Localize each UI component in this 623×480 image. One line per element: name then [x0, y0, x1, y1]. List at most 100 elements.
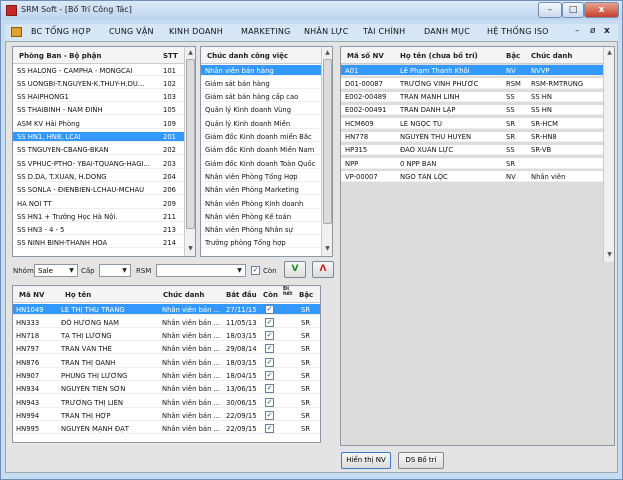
scroll-up-icon[interactable]: ▲ — [605, 49, 614, 58]
job-title-row[interactable]: Nhân viên Phòng Tổng Hợp — [201, 171, 323, 182]
department-row[interactable]: HA NOI TT 209 — [13, 198, 186, 209]
scroll-down-icon[interactable]: ▼ — [323, 245, 332, 254]
job-title-row[interactable]: Trưởng phòng Tổng hợp — [201, 238, 323, 249]
assigned-row[interactable]: HN907 PHÙNG THỊ LƯƠNG Nhân viên bán ... 18/… — [13, 371, 320, 382]
assigned-con-checkbox[interactable]: ✓ — [265, 371, 274, 380]
assigned-row[interactable]: HN994 TRẦN THỊ HỢP Nhân viên bán ... 22/09/… — [13, 410, 320, 421]
staff-row[interactable]: HN778 NGUYỄN THU HUYỀN SR SR-HN8 — [341, 131, 605, 143]
assigned-row[interactable]: HN797 TRẦN VĂN THẾ Nhân viên bán ... 29/08/… — [13, 344, 320, 355]
assigned-con-checkbox[interactable]: ✓ — [265, 424, 274, 434]
job-title-row[interactable]: Giám đốc Kinh doanh Toàn Quốc — [201, 158, 323, 169]
assigned-con-checkbox[interactable]: ✓ — [265, 384, 274, 394]
show-nv-button[interactable]: Hiển thị NV — [341, 452, 391, 469]
department-row[interactable]: SS HN3 - 4 - 5 213 — [13, 225, 186, 236]
department-row[interactable]: SS SONLA - ĐIENBIEN-LCHAU-MCHAU 206 — [13, 185, 186, 196]
job-title-row[interactable]: Giám sát bán hàng cấp cao — [201, 92, 323, 103]
department-row[interactable]: SS NINH BINH-THANH HOA 214 — [13, 238, 186, 249]
department-row[interactable]: SS TNGUYEN-CBANG-BKAN 202 — [13, 145, 186, 156]
assigned-con-checkbox[interactable]: ✓ — [265, 357, 274, 367]
cap-select[interactable]: ▼ — [99, 264, 131, 277]
job-title-row[interactable]: Quản lý Kinh doanh Miền — [201, 118, 323, 129]
assigned-row[interactable]: HN718 TẠ THỊ LƯƠNG Nhân viên bán ... 18/03/… — [13, 331, 320, 342]
col-ma-nv[interactable]: Mã NV — [19, 291, 44, 299]
department-row[interactable]: SS HALONG - CAMPHA - MONGCAI 101 — [13, 65, 186, 76]
col-ma-so-nv[interactable]: Mã số NV — [347, 52, 384, 60]
staff-row[interactable]: E002-00489 TRẦN MẠNH LINH SS SS HN — [341, 91, 605, 103]
menu-nhan-luc[interactable]: NHÂN LỰC — [304, 27, 349, 36]
staff-row[interactable]: A01 Lê Phạm Thanh Khôi NV NVVP — [341, 65, 605, 76]
col-job-title[interactable]: Chức danh công việc — [207, 52, 288, 60]
nhom-select[interactable]: Sale ▼ — [34, 264, 78, 277]
department-row[interactable]: SS HN1 + Trưởng Học Hà Nội. 211 — [13, 211, 186, 222]
department-row[interactable]: SS THAIBINH - NAM ĐINH 105 — [13, 105, 186, 116]
scroll-down-icon[interactable]: ▼ — [186, 245, 195, 254]
department-row[interactable]: SS HN1, HN8, LCAI 201 — [13, 131, 186, 143]
assigned-con-checkbox[interactable]: ✓ — [265, 331, 274, 341]
assigned-row[interactable]: HN995 NGUYỄN MẠNH ĐẠT Nhân viên bán ... 22/… — [13, 424, 320, 435]
col-bat-dau[interactable]: Bắt đầu — [226, 291, 257, 299]
staff-row[interactable]: VP-00007 NGÔ TẤN LỘC NV Nhân viên — [341, 171, 605, 182]
scroll-thumb[interactable] — [323, 59, 332, 224]
scroll-down-icon[interactable]: ▼ — [605, 251, 614, 260]
menu-kinh-doanh[interactable]: KINH DOANH — [169, 27, 223, 36]
menu-cung-van[interactable]: CUNG VẬN — [109, 27, 154, 36]
job-title-row[interactable]: Nhân viên Phòng Marketing — [201, 185, 323, 196]
staff-row[interactable]: NPP 0 NPP BAN SR — [341, 158, 605, 169]
col-stt[interactable]: STT — [163, 52, 178, 60]
col-bac[interactable]: Bậc — [299, 291, 313, 299]
assigned-con-checkbox[interactable]: ✓ — [265, 304, 274, 314]
menu-danh-muc[interactable]: DANH MỤC — [424, 27, 470, 36]
job-title-scrollbar[interactable]: ▲ ▼ — [321, 47, 332, 256]
assigned-con-checkbox[interactable]: ✓ — [265, 397, 274, 407]
staff-row[interactable]: D01-00087 TRƯƠNG VĨNH PHƯỚC RSM RSM-RMTRUNG — [341, 78, 605, 89]
staff-row[interactable]: HCM609 LÊ NGỌC TÚ SR SR-HCM — [341, 118, 605, 129]
menu-marketing[interactable]: MARKETING — [241, 27, 290, 36]
assigned-con-checkbox[interactable]: ✓ — [265, 344, 274, 354]
job-title-row[interactable]: Nhân viên bán hàng — [201, 65, 323, 76]
assigned-con-checkbox[interactable]: ✓ — [265, 317, 274, 327]
chevron-down-icon[interactable]: ▼ — [119, 265, 130, 276]
con-checkbox[interactable]: ✓ — [251, 266, 260, 275]
mdi-close-icon[interactable]: x — [604, 26, 610, 36]
department-row[interactable]: ASM KV Hải Phòng 109 — [13, 118, 186, 129]
scroll-thumb[interactable] — [186, 59, 195, 229]
rsm-select[interactable]: ▼ — [156, 264, 246, 277]
col-department[interactable]: Phòng Ban - Bộ phận — [19, 52, 101, 60]
col-chuc-danh[interactable]: Chức danh — [163, 291, 204, 299]
ds-bo-tri-button[interactable]: DS Bố trí — [398, 452, 444, 469]
job-title-row[interactable]: Giám sát bán hàng — [201, 78, 323, 89]
accept-button[interactable]: V — [284, 261, 306, 278]
job-title-row[interactable]: Giám đốc Kinh doanh miền Bắc — [201, 132, 323, 143]
col-ho-ten[interactable]: Họ tên — [65, 291, 91, 299]
staff-scrollbar[interactable]: ▲ ▼ — [603, 47, 614, 262]
menu-tai-chinh[interactable]: TÀI CHÍNH — [363, 27, 405, 36]
staff-row[interactable]: E002-00491 TRẦN DANH LẬP SS SS HN — [341, 104, 605, 116]
remove-button[interactable]: Λ — [312, 261, 334, 278]
assigned-row[interactable]: HN1049 LÊ THỊ THU TRANG Nhân viên bán ... 2… — [13, 304, 320, 315]
staff-row[interactable]: HP315 ĐÀO XUÂN LỰC SS SR-VB — [341, 144, 605, 156]
menu-bc-tong-hop[interactable]: BC TỔNG HỢP — [31, 27, 91, 36]
chevron-down-icon[interactable]: ▼ — [66, 265, 77, 276]
close-button[interactable]: x — [584, 2, 619, 18]
col-chuc-danh[interactable]: Chức danh — [531, 52, 572, 60]
job-title-row[interactable]: Nhân viên Phòng Kinh doanh — [201, 198, 323, 209]
department-row[interactable]: SS HAIPHONG1 103 — [13, 92, 186, 103]
assigned-row[interactable]: HN934 NGUYỄN TIẾN SƠN Nhân viên bán ... 13/… — [13, 384, 320, 395]
department-row[interactable]: SS D.DA, T.XUAN, H.DONG 204 — [13, 171, 186, 182]
maximize-button[interactable]: □ — [562, 2, 584, 18]
col-bac[interactable]: Bậc — [506, 52, 520, 60]
assigned-row[interactable]: HN333 ĐỖ HƯƠNG NAM Nhân viên bán ... 11/05/… — [13, 317, 320, 328]
assigned-row[interactable]: HN943 TRƯƠNG THỊ LIÊN Nhân viên bán ... 30/… — [13, 397, 320, 408]
job-title-row[interactable]: Quản lý Kinh doanh Vùng — [201, 105, 323, 116]
col-di-het[interactable]: Đi hết — [283, 287, 295, 297]
menu-he-thong-iso[interactable]: HỆ THỐNG ISO — [487, 27, 549, 36]
col-con[interactable]: Còn — [263, 291, 278, 299]
department-row[interactable]: SS UONGBI-T.NGUYEN-K.THUY-H.DU... 102 — [13, 78, 186, 89]
scroll-up-icon[interactable]: ▲ — [186, 49, 195, 58]
department-scrollbar[interactable]: ▲ ▼ — [184, 47, 195, 256]
assigned-con-checkbox[interactable]: ✓ — [265, 410, 274, 420]
minimize-button[interactable]: – — [538, 2, 562, 18]
job-title-row[interactable]: Nhân viên Phòng Kế toán — [201, 211, 323, 222]
col-ho-ten-chua-bo-tri[interactable]: Họ tên (chưa bố trí) — [400, 52, 478, 60]
assigned-row[interactable]: HN876 TRẦN THỊ OANH Nhân viên bán ... 18/03… — [13, 357, 320, 368]
